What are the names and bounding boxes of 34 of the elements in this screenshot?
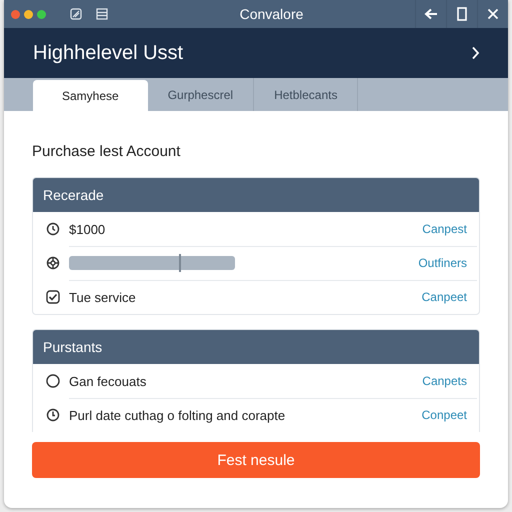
edit-icon[interactable]	[70, 8, 82, 20]
close-dot[interactable]	[11, 10, 20, 18]
row-link[interactable]: Canpets	[422, 374, 467, 388]
timer-icon	[46, 408, 60, 422]
primary-button[interactable]: Fest nesule	[32, 442, 480, 478]
maximize-icon[interactable]	[457, 7, 467, 21]
section-header: Purstants	[33, 330, 479, 364]
slider-thumb[interactable]	[178, 254, 181, 272]
row-label: Gan fecouats	[69, 374, 148, 388]
row-link[interactable]: Canpeet	[422, 290, 467, 304]
row-label: Tue service	[69, 290, 137, 304]
section-header: Recerade	[33, 178, 479, 212]
row-link[interactable]: Outfiners	[418, 256, 467, 270]
zoom-dot[interactable]	[37, 10, 46, 18]
slider[interactable]	[69, 256, 235, 270]
page-title: Purchase lest Account	[32, 143, 182, 160]
radio-button[interactable]	[46, 374, 60, 388]
row-link[interactable]: Canpest	[422, 222, 467, 236]
header-title: Highhelevel Usst	[33, 42, 184, 64]
minimize-dot[interactable]	[24, 10, 33, 18]
chevron-right-icon[interactable]	[471, 46, 480, 60]
tab[interactable]: Samyhese	[33, 80, 148, 111]
list-icon[interactable]	[96, 8, 108, 20]
row-label: Purl date cuthag o folting and corapte	[69, 408, 286, 422]
gear-icon	[46, 256, 60, 270]
tab[interactable]: Gurphescrel	[148, 78, 254, 111]
clock-icon	[46, 222, 60, 236]
row-label: $1000	[69, 222, 106, 236]
close-icon[interactable]	[487, 8, 499, 20]
row-link[interactable]: Conpeet	[422, 408, 467, 422]
tab[interactable]: Hetblecants	[254, 78, 358, 111]
back-icon[interactable]	[424, 8, 438, 20]
checkbox[interactable]	[46, 290, 60, 304]
window-title: Convalore	[238, 6, 304, 22]
